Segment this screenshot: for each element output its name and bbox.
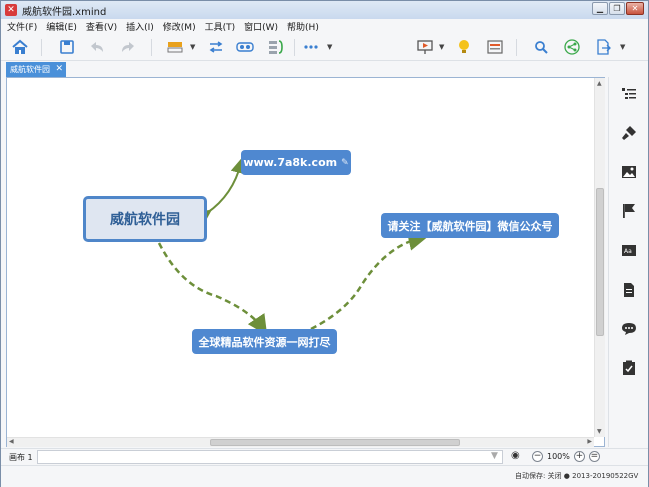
status-bar: 画布 1 ▼ ◉ − 100% + = [1,448,648,465]
format-brush-icon[interactable] [620,124,638,142]
sheet-tab[interactable]: 画布 1 [9,452,33,463]
notes-icon[interactable] [620,281,638,299]
sheet-tabs-area [37,450,503,464]
topic-website-label: www.7a8k.com [243,156,338,169]
topic-website[interactable]: www.7a8k.com ✎ [241,150,351,175]
topic-connectors [157,157,429,336]
vertical-scroll-thumb[interactable] [596,188,604,336]
svg-text:Aa: Aa [624,248,632,255]
app-window: ✕ 威航软件园.xmind ▁ ❐ ✕ 文件(F) 编辑(E) 查看(V) 插入… [0,0,649,487]
image-icon[interactable] [620,163,638,181]
topic-global-resources[interactable]: 全球精品软件资源一网打尽 [192,329,337,354]
comment-icon[interactable] [620,320,638,338]
scroll-down-icon[interactable]: ▼ [597,428,602,435]
marker-flag-icon[interactable] [620,202,638,220]
eye-icon[interactable]: ◉ [511,450,520,461]
label-icon[interactable]: Aa [620,242,638,260]
autosave-status: 自动保存: 关闭 ● 2013-20190522GV [515,472,639,480]
scroll-right-icon[interactable]: ▶ [587,438,592,445]
outline-icon[interactable] [620,85,638,103]
horizontal-scrollbar[interactable]: ◀ ▶ [7,437,594,447]
scroll-up-icon[interactable]: ▲ [597,80,602,87]
topic-wechat[interactable]: 请关注【威航软件园】微信公众号 [381,213,559,238]
hyperlink-icon[interactable]: ✎ [341,158,349,168]
zoom-in-button[interactable]: + [573,451,585,462]
zoom-fit-button[interactable]: = [588,451,600,462]
task-icon[interactable] [620,359,638,377]
connector-wechat [310,231,429,331]
connector-web [194,157,247,226]
zoom-level: 100% [547,452,570,461]
vertical-scrollbar[interactable]: ▲ ▼ [594,78,605,437]
scroll-left-icon[interactable]: ◀ [9,438,14,445]
filter-icon[interactable]: ▼ [491,451,498,461]
right-panel: Aa [608,77,648,447]
central-topic[interactable]: 威航软件园 [83,196,207,242]
bottom-bar: 自动保存: 关闭 ● 2013-20190522GV [1,465,648,487]
connector-global [157,242,268,336]
zoom-out-button[interactable]: − [532,451,543,462]
horizontal-scroll-thumb[interactable] [210,439,460,446]
zoom-control: − 100% + = [532,451,600,462]
